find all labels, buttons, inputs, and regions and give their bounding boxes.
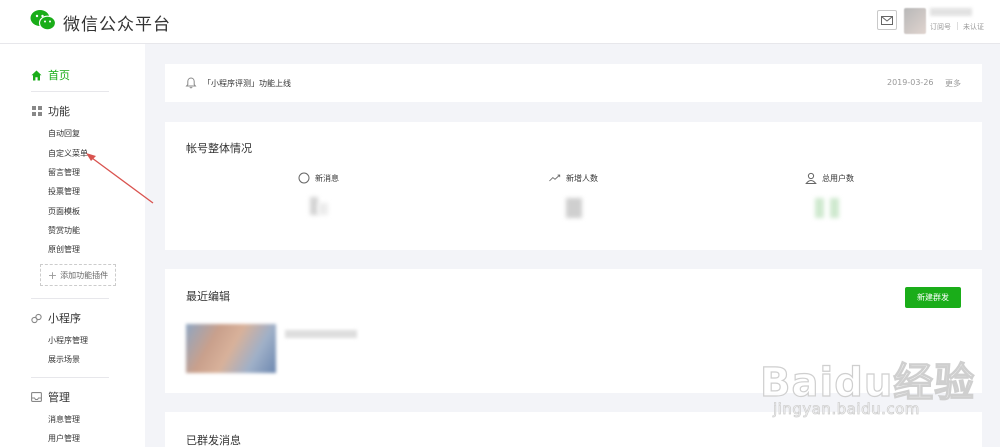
sidebar-divider xyxy=(31,377,109,378)
sidebar-section-features: 功能 xyxy=(31,103,70,119)
sidebar-section-mini-program: 小程序 xyxy=(31,310,81,326)
stat-label: 新消息 xyxy=(315,173,339,183)
sidebar-item-mini-program-manage[interactable]: 小程序管理 xyxy=(48,335,88,346)
mail-icon xyxy=(881,15,893,25)
sidebar: 首页 功能 自动回复 自定义菜单 留言管理 投票管理 页面模板 赞赏功能 原创管… xyxy=(0,44,145,447)
overview-title: 帐号整体情况 xyxy=(186,142,252,155)
notice-bar: 「小程序评测」功能上线 2019-03-26 更多 xyxy=(165,64,982,102)
account-status[interactable]: 未认证 xyxy=(963,22,984,32)
wechat-logo-icon[interactable] xyxy=(30,9,56,31)
stat-value-blurred xyxy=(310,197,318,215)
sidebar-item-votes[interactable]: 投票管理 xyxy=(48,186,80,197)
sidebar-divider xyxy=(31,298,109,299)
sidebar-item-custom-menu[interactable]: 自定义菜单 xyxy=(48,148,88,159)
sidebar-item-page-templates[interactable]: 页面模板 xyxy=(48,206,80,217)
sidebar-item-users[interactable]: 用户管理 xyxy=(48,433,80,444)
user-icon xyxy=(805,172,817,184)
account-divider xyxy=(957,22,958,30)
account-name-blurred[interactable] xyxy=(930,8,972,16)
mail-button[interactable] xyxy=(877,10,897,30)
stat-label: 新增人数 xyxy=(566,173,598,183)
sidebar-management-title: 管理 xyxy=(48,391,70,404)
sidebar-item-reward[interactable]: 赞赏功能 xyxy=(48,225,80,236)
add-plugin-button[interactable]: + 添加功能插件 xyxy=(40,264,116,286)
sidebar-item-comments[interactable]: 留言管理 xyxy=(48,167,80,178)
stat-value-blurred xyxy=(815,198,824,218)
notice-more-link[interactable]: 更多 xyxy=(945,78,961,89)
brand-title[interactable]: 微信公众平台 xyxy=(63,10,171,35)
stat-new-messages[interactable]: 新消息 xyxy=(298,172,339,184)
home-icon xyxy=(31,70,42,81)
trend-line-icon xyxy=(549,172,561,184)
sidebar-item-display-scenes[interactable]: 展示场景 xyxy=(48,354,80,365)
stat-new-followers[interactable]: 新增人数 xyxy=(549,172,598,184)
grid-icon xyxy=(31,106,42,117)
stat-value-blurred xyxy=(318,203,328,215)
notice-text[interactable]: 「小程序评测」功能上线 xyxy=(203,78,291,89)
sidebar-item-original[interactable]: 原创管理 xyxy=(48,244,80,255)
new-broadcast-button[interactable]: 新建群发 xyxy=(905,287,961,308)
watermark-url: jingyan.baidu.com xyxy=(773,400,920,419)
top-header: 微信公众平台 订阅号 未认证 xyxy=(0,0,1000,44)
sidebar-item-auto-reply[interactable]: 自动回复 xyxy=(48,128,80,139)
account-type: 订阅号 xyxy=(930,23,951,31)
sidebar-item-home[interactable]: 首页 xyxy=(31,67,70,83)
inbox-icon xyxy=(31,392,42,403)
sidebar-item-messages[interactable]: 消息管理 xyxy=(48,414,80,425)
sidebar-features-title: 功能 xyxy=(48,105,70,118)
stat-value-blurred xyxy=(566,198,582,218)
sidebar-divider xyxy=(31,91,109,92)
stat-label: 总用户数 xyxy=(822,173,854,183)
sidebar-home-label: 首页 xyxy=(48,69,70,82)
chat-bubble-icon xyxy=(298,172,310,184)
sidebar-mini-program-title: 小程序 xyxy=(48,312,81,325)
account-overview-card: 帐号整体情况 新消息 新增人数 总用户数 xyxy=(165,122,982,250)
article-thumbnail[interactable] xyxy=(186,324,276,373)
bell-icon xyxy=(185,77,197,89)
add-plugin-label: 添加功能插件 xyxy=(60,270,109,280)
stat-value-blurred xyxy=(830,198,839,218)
article-title-blurred[interactable] xyxy=(285,330,357,338)
mini-program-icon xyxy=(31,313,42,324)
stat-total-users[interactable]: 总用户数 xyxy=(805,172,854,184)
recent-title: 最近编辑 xyxy=(186,290,230,303)
avatar[interactable] xyxy=(904,8,926,34)
sidebar-section-management: 管理 xyxy=(31,389,70,405)
notice-date: 2019-03-26 xyxy=(887,78,934,87)
plus-icon: + xyxy=(47,268,58,282)
sent-title: 已群发消息 xyxy=(186,434,241,447)
